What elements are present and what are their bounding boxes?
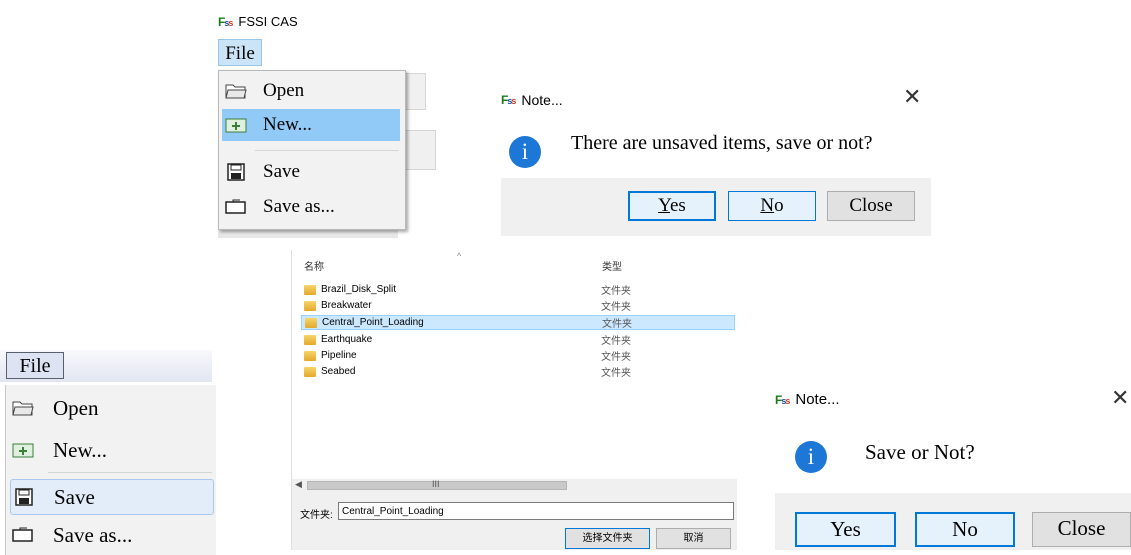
menu-item-label: Open <box>263 80 305 101</box>
save-disk-icon <box>227 163 245 181</box>
folder-icon <box>304 334 316 345</box>
menu-item-label: Save as... <box>263 196 335 217</box>
menu-item-label: Open <box>53 395 99 420</box>
folder-row[interactable]: Pipeline 文件夹 <box>301 348 735 363</box>
background-toolbar-fragment <box>404 73 426 110</box>
folder-browser-footer: 文件夹: Central_Point_Loading 选择文件夹 取消 <box>292 493 737 550</box>
save-as-icon <box>12 527 33 542</box>
folder-field-label: 文件夹: <box>300 510 333 521</box>
open-folder-icon <box>225 84 247 99</box>
yes-button[interactable]: Yes <box>628 191 716 221</box>
dialog-title-bar: Fss Note... <box>775 391 840 408</box>
menu-item-label: Save <box>54 484 95 509</box>
menu-item-new[interactable]: New... <box>222 109 400 141</box>
menu-bar: File <box>218 37 408 69</box>
menu-item-save[interactable]: Save <box>10 479 214 515</box>
yes-button[interactable]: Yes <box>795 512 896 547</box>
file-menu-button[interactable]: File <box>6 352 64 379</box>
dialog-message: Save or Not? <box>865 440 975 464</box>
folder-name: Pipeline <box>321 350 357 361</box>
folder-icon <box>304 284 316 295</box>
menu-bar: File <box>0 350 212 382</box>
no-button[interactable]: No <box>915 512 1015 547</box>
folder-icon <box>304 300 316 311</box>
dialog-button-bar: Yes No Close <box>501 178 931 236</box>
folder-icon <box>305 317 317 328</box>
menu-item-open[interactable]: Open <box>10 390 214 426</box>
scrollbar-grip: III <box>432 479 440 489</box>
save-or-not-dialog: Fss Note... ✕ i Save or Not? Yes No Clos… <box>775 385 1131 550</box>
folder-type: 文件夹 <box>602 319 632 330</box>
dialog-title-bar: Fss Note... <box>501 92 563 108</box>
close-button[interactable]: Close <box>1032 512 1131 547</box>
dialog-button-bar: Yes No Close <box>775 493 1131 550</box>
folder-type: 文件夹 <box>601 336 631 347</box>
file-menu-button[interactable]: File <box>218 39 262 66</box>
folder-browser: ^ 名称 类型 Brazil_Disk_Split 文件夹 Breakwater… <box>291 250 737 550</box>
new-project-icon <box>225 118 247 133</box>
close-icon[interactable]: ✕ <box>903 84 921 110</box>
folder-name: Seabed <box>321 366 356 377</box>
menu-separator <box>255 150 399 151</box>
menu-item-open[interactable]: Open <box>222 75 400 107</box>
menu-item-save[interactable]: Save <box>222 156 400 188</box>
dialog-title: Note... <box>795 391 840 408</box>
info-icon: i <box>795 441 827 473</box>
background-tab-fragment <box>404 130 436 170</box>
sort-indicator-icon: ^ <box>457 251 462 261</box>
folder-row[interactable]: Seabed 文件夹 <box>301 364 735 379</box>
fssi-logo-icon: Fss <box>501 93 516 107</box>
unsaved-items-dialog: Fss Note... ✕ i There are unsaved items,… <box>501 78 931 236</box>
folder-row-selected[interactable]: Central_Point_Loading 文件夹 <box>301 315 735 330</box>
folder-name: Earthquake <box>321 334 373 345</box>
folder-row[interactable]: Earthquake 文件夹 <box>301 332 735 347</box>
save-disk-icon <box>15 488 33 506</box>
folder-type: 文件夹 <box>601 286 631 297</box>
open-folder-icon <box>12 401 34 416</box>
app-title: FSSI CAS <box>238 14 298 29</box>
menu-separator <box>48 472 212 473</box>
column-header-type[interactable]: 类型 <box>602 258 622 273</box>
folder-name: Brazil_Disk_Split <box>321 284 397 295</box>
folder-type: 文件夹 <box>601 352 631 363</box>
menu-item-save-as[interactable]: Save as... <box>222 191 400 223</box>
save-as-icon <box>225 199 246 214</box>
app-title-bar: Fss FSSI CAS <box>218 14 298 29</box>
folder-type: 文件夹 <box>601 302 631 313</box>
close-button[interactable]: Close <box>827 191 915 221</box>
select-folder-button[interactable]: 选择文件夹 <box>565 528 650 549</box>
fssi-logo-icon: Fss <box>775 392 790 407</box>
folder-icon <box>304 350 316 361</box>
folder-name: Central_Point_Loading <box>322 317 424 328</box>
mnemonic-letter: N <box>760 195 775 216</box>
folder-type: 文件夹 <box>601 368 631 379</box>
mnemonic-letter: Y <box>658 195 670 216</box>
dialog-message: There are unsaved items, save or not? <box>571 132 873 154</box>
menu-item-label: Save as... <box>53 522 133 547</box>
menu-item-save-as[interactable]: Save as... <box>10 517 214 553</box>
dialog-title: Note... <box>521 92 563 108</box>
no-button[interactable]: No <box>728 191 816 221</box>
folder-row[interactable]: Breakwater 文件夹 <box>301 298 735 313</box>
fssi-logo-icon: Fss <box>218 14 233 29</box>
button-label-rest: es <box>670 195 686 216</box>
menu-item-label: New... <box>53 437 108 462</box>
folder-name: Breakwater <box>321 300 372 311</box>
folder-icon <box>304 366 316 377</box>
close-icon[interactable]: ✕ <box>1111 385 1129 411</box>
column-header-name[interactable]: 名称 <box>304 258 324 273</box>
file-dropdown-menu: Open New... Save Save as... <box>218 70 406 230</box>
cancel-button[interactable]: 取消 <box>656 528 731 549</box>
folder-input[interactable]: Central_Point_Loading <box>338 502 734 520</box>
menu-item-new[interactable]: New... <box>10 432 214 468</box>
folder-row[interactable]: Brazil_Disk_Split 文件夹 <box>301 282 735 297</box>
info-icon: i <box>509 136 541 168</box>
new-project-icon <box>12 443 34 458</box>
button-label-rest: o <box>774 195 784 216</box>
file-dropdown-menu: Open New... Save Save as... <box>5 385 216 555</box>
menu-item-label: New... <box>263 114 312 135</box>
horizontal-scrollbar[interactable]: ◀ III <box>292 479 737 493</box>
scroll-left-arrow-icon[interactable]: ◀ <box>295 479 302 490</box>
menu-item-label: Save <box>263 161 300 182</box>
